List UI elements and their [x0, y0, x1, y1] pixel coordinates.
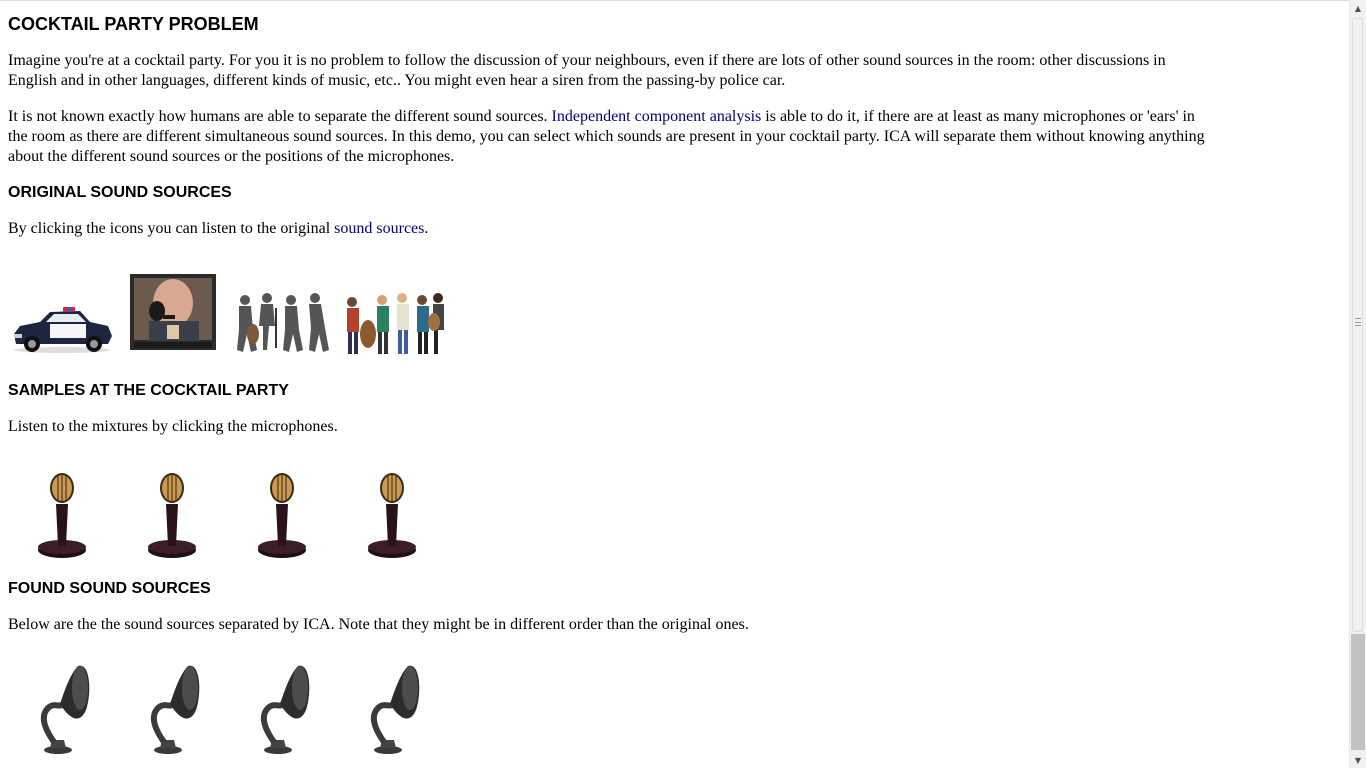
samples-heading: SAMPLES AT THE COCKTAIL PARTY [8, 382, 289, 399]
microphone-icon-3[interactable] [252, 470, 312, 558]
intro-2-text-pre: It is not known exactly how humans are a… [8, 108, 552, 125]
folk-band-icon[interactable] [342, 292, 446, 356]
microphone-icon-4[interactable] [362, 470, 422, 558]
microphone-row [8, 465, 458, 558]
vertical-scrollbar[interactable]: ▲ ▼ [1349, 0, 1366, 768]
found-text: Below are the the sound sources separate… [8, 616, 749, 633]
top-border [0, 0, 1350, 1]
original-sources-icons [8, 266, 458, 356]
original-text-post: . [424, 220, 429, 237]
scroll-down-arrow-icon[interactable]: ▼ [1350, 752, 1366, 768]
samples-text: Listen to the mixtures by clicking the m… [8, 418, 338, 435]
scrollbar-grip-icon [1355, 318, 1361, 326]
sound-sources-link[interactable]: sound sources [334, 220, 424, 237]
original-sources-text: By clicking the icons you can listen to … [8, 219, 1208, 239]
scroll-up-arrow-icon[interactable]: ▲ [1350, 0, 1366, 16]
microphone-icon-2[interactable] [142, 470, 202, 558]
intro-paragraph-2: It is not known exactly how humans are a… [8, 107, 1208, 167]
intro-paragraph-1: Imagine you're at a cocktail party. For … [8, 52, 1166, 89]
original-sources-heading: ORIGINAL SOUND SOURCES [8, 184, 232, 201]
microphone-icon-1[interactable] [32, 470, 92, 558]
horn-speaker-icon-2[interactable] [144, 662, 202, 756]
horn-speaker-icon-4[interactable] [364, 662, 422, 756]
speaker-row [8, 660, 458, 754]
found-heading: FOUND SOUND SOURCES [8, 580, 211, 597]
ica-link[interactable]: Independent component analysis [552, 108, 762, 125]
page-title: COCKTAIL PARTY PROBLEM [8, 14, 259, 34]
police-car-icon[interactable] [10, 300, 114, 356]
original-text-pre: By clicking the icons you can listen to … [8, 220, 335, 237]
horn-speaker-icon-3[interactable] [254, 662, 312, 756]
tv-speaker-icon[interactable] [129, 273, 217, 351]
horn-speaker-icon-1[interactable] [34, 662, 92, 756]
classical-quartet-icon[interactable] [233, 290, 333, 356]
scrollbar-track[interactable] [1351, 634, 1365, 750]
